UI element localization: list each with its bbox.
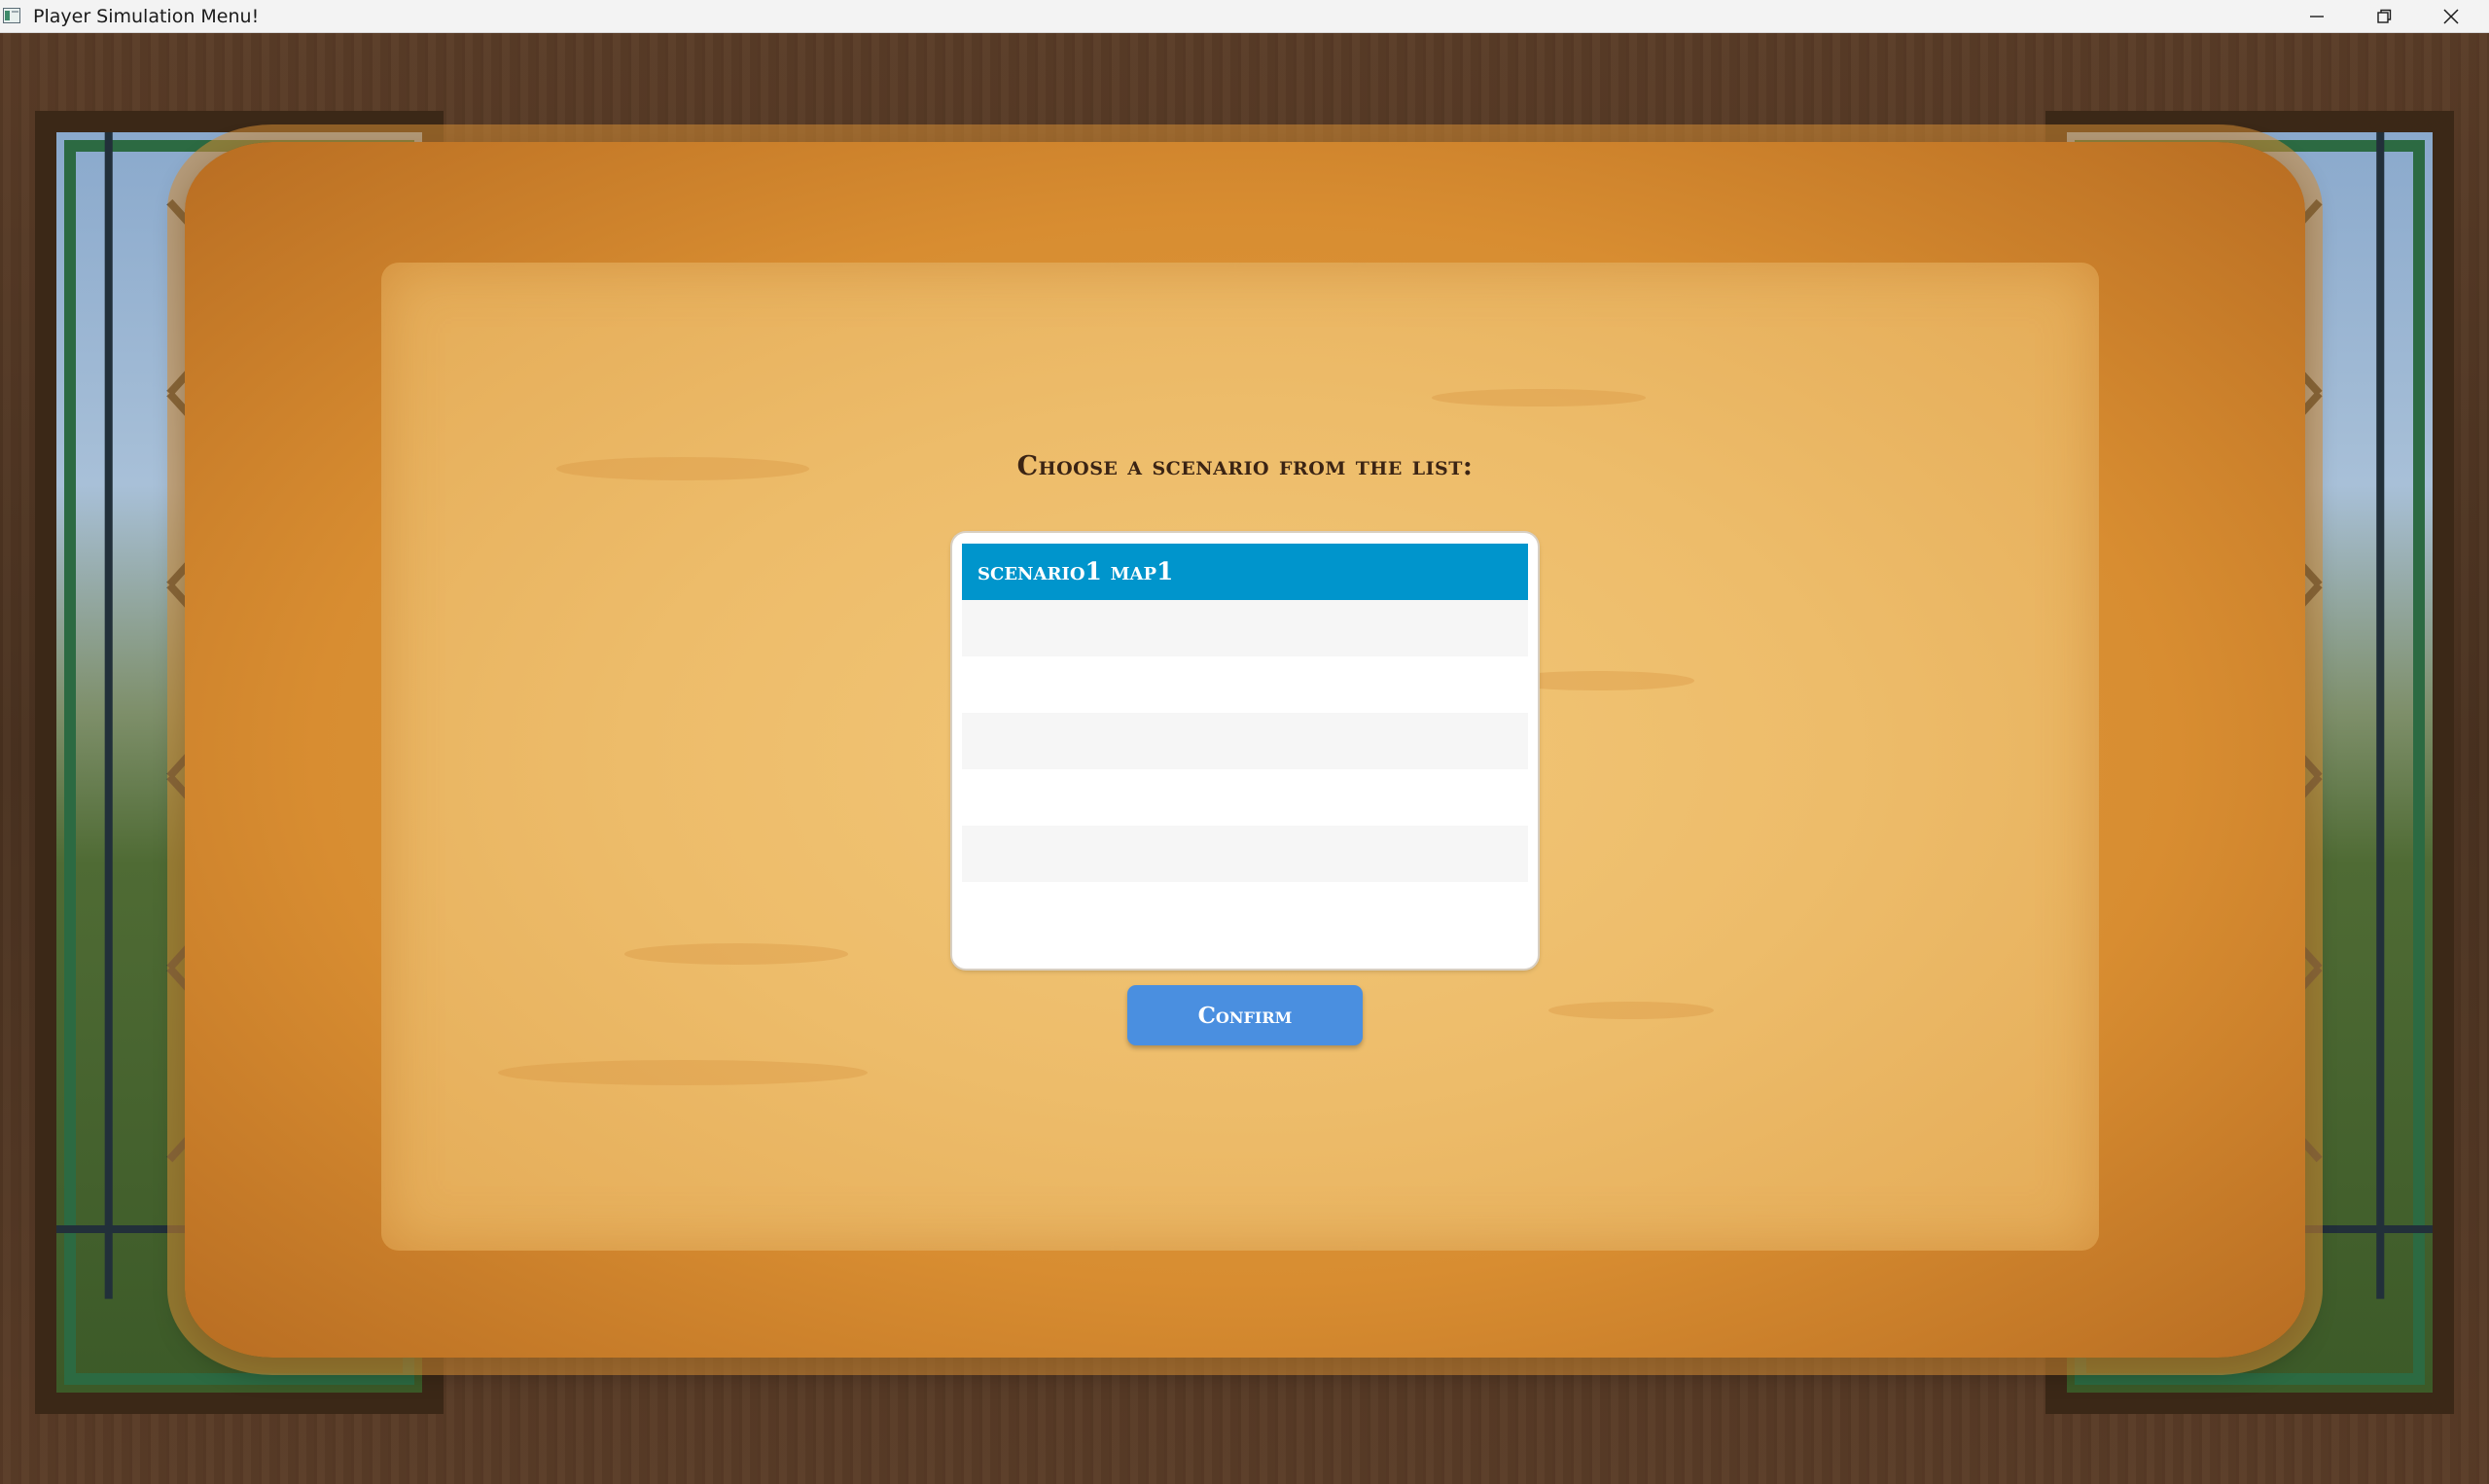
close-button[interactable]: [2419, 0, 2485, 33]
scenario-list-item[interactable]: [962, 713, 1528, 769]
close-icon: [2443, 9, 2459, 24]
scenario-prompt: Choose a scenario from the list:: [1016, 451, 1474, 481]
scenario-list-item[interactable]: [962, 826, 1528, 882]
minimize-icon: [2310, 16, 2324, 18]
scenario-list-item[interactable]: [962, 656, 1528, 713]
scenario-list-item[interactable]: [962, 882, 1528, 938]
restore-icon: [2377, 9, 2392, 23]
scenario-list[interactable]: scenario1 map1: [952, 533, 1538, 969]
confirm-button[interactable]: Confirm: [1127, 985, 1363, 1045]
title-bar: Player Simulation Menu!: [0, 0, 2489, 33]
scenario-list-item[interactable]: scenario1 map1: [962, 544, 1528, 600]
scenario-list-item[interactable]: [962, 600, 1528, 656]
app-icon: [3, 8, 20, 23]
minimize-button[interactable]: [2285, 0, 2351, 33]
window-title: Player Simulation Menu!: [33, 6, 260, 27]
scenario-list-item[interactable]: [962, 769, 1528, 826]
restore-button[interactable]: [2352, 0, 2418, 33]
